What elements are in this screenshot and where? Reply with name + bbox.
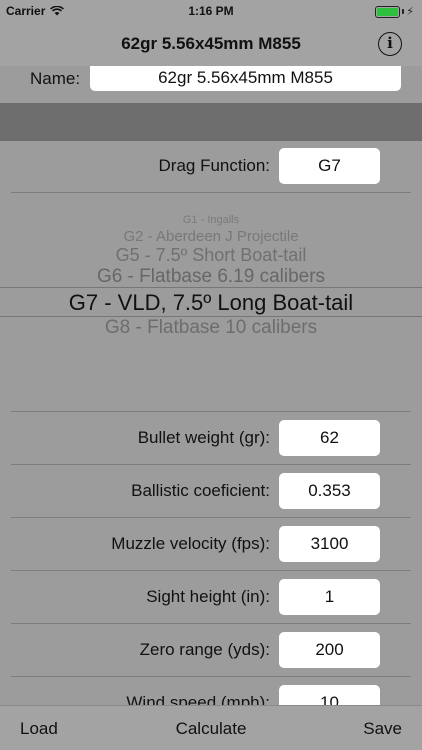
battery-icon — [375, 5, 401, 18]
picker-option-g6[interactable]: G6 - Flatbase 6.19 calibers — [0, 266, 422, 288]
sight-height-row: Sight height (in): 1 — [0, 571, 422, 623]
navigation-bar: 62gr 5.56x45mm M855 i — [0, 22, 422, 66]
zero-range-row: Zero range (yds): 200 — [0, 624, 422, 676]
picker-option-g1[interactable]: G1 - Ingalls — [0, 214, 422, 226]
sight-height-label: Sight height (in): — [146, 587, 270, 606]
picker-option-g8[interactable]: G8 - Flatbase 10 calibers — [0, 317, 422, 339]
zero-range-label: Zero range (yds): — [139, 640, 270, 659]
bottom-toolbar: Load Calculate Save — [0, 705, 422, 750]
battery-indicator: ⚡ — [375, 5, 414, 18]
picker-selection-line-top — [0, 287, 422, 288]
status-bar: Carrier 1:16 PM ⚡ — [0, 0, 422, 22]
picker-option-g7-selected[interactable]: G7 - VLD, 7.5º Long Boat-tail — [0, 290, 422, 316]
drag-function-picker[interactable]: G1 - Ingalls G2 - Aberdeen J Projectile … — [0, 193, 422, 411]
section-header-band — [0, 103, 422, 141]
zero-range-field[interactable]: 200 — [279, 632, 380, 668]
ballistic-coefficient-row: Ballistic coeficient: 0.353 — [0, 465, 422, 517]
bullet-weight-row: Bullet weight (gr): 62 — [0, 412, 422, 464]
picker-option-g5[interactable]: G5 - 7.5º Short Boat-tail — [0, 245, 422, 266]
status-time: 1:16 PM — [188, 4, 234, 18]
muzzle-velocity-field[interactable]: 3100 — [279, 526, 380, 562]
picker-option-g2[interactable]: G2 - Aberdeen J Projectile — [0, 228, 422, 245]
sight-height-field[interactable]: 1 — [279, 579, 380, 615]
save-button[interactable]: Save — [363, 719, 402, 739]
drag-function-field[interactable]: G7 — [279, 148, 380, 184]
name-label: Name: — [30, 69, 81, 88]
muzzle-velocity-row: Muzzle velocity (fps): 3100 — [0, 518, 422, 570]
name-input[interactable]: 62gr 5.56x45mm M855 — [90, 66, 401, 91]
bullet-weight-field[interactable]: 62 — [279, 420, 380, 456]
calculate-button[interactable]: Calculate — [0, 719, 422, 739]
bullet-weight-label: Bullet weight (gr): — [137, 428, 270, 447]
ballistic-coefficient-field[interactable]: 0.353 — [279, 473, 380, 509]
muzzle-velocity-label: Muzzle velocity (fps): — [111, 534, 270, 553]
ballistic-coefficient-label: Ballistic coeficient: — [131, 481, 270, 500]
info-icon[interactable]: i — [378, 32, 402, 56]
charging-bolt-icon: ⚡ — [406, 6, 414, 18]
page-title: 62gr 5.56x45mm M855 — [121, 34, 301, 53]
drag-function-row: Drag Function: G7 — [0, 140, 422, 192]
drag-function-label: Drag Function: — [158, 156, 271, 175]
name-row: Name: 62gr 5.56x45mm M855 — [0, 66, 422, 100]
